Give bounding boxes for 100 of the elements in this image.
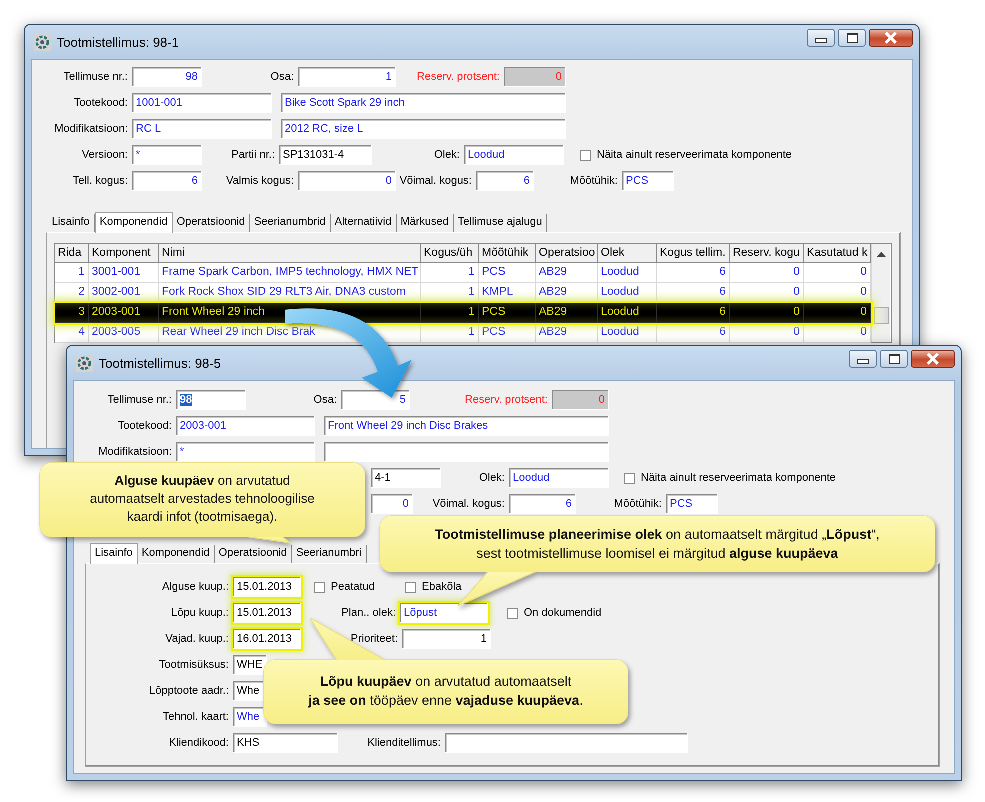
field-label: Modifikatsioon: — [98, 446, 173, 458]
checkbox[interactable]: Ebakõla — [405, 581, 462, 593]
input-field[interactable]: RC L — [132, 119, 272, 139]
field-label: Tellimuse nr.: — [62, 71, 129, 83]
field-label: Versioon: — [81, 149, 129, 161]
checkbox[interactable]: On dokumendid — [507, 607, 602, 619]
table-cell: PCS — [479, 303, 536, 323]
input-field[interactable]: 4-1 — [371, 468, 441, 488]
close-icon — [926, 353, 940, 365]
table-cell: 3 — [55, 303, 89, 323]
field-label: Tell. kogus: — [72, 175, 129, 187]
close-button[interactable] — [869, 29, 913, 47]
table-cell: Loodud — [598, 323, 657, 343]
input-field[interactable]: Whe — [233, 707, 267, 727]
field-label: Tehnol. kaart: — [162, 711, 230, 723]
field-label: Olek: — [478, 472, 506, 484]
callout-text: Lõpu kuupäev on arvutatud automaatselt ja see on tööpäev enne vajaduse kuupäeva. — [308, 673, 584, 710]
table-cell: 6 — [657, 303, 730, 323]
field-label: Vajad. kuup.: — [164, 633, 230, 645]
input-field[interactable]: Loodud — [509, 468, 609, 488]
tab[interactable]: Komponendid — [94, 212, 173, 233]
field-label: Mõõtühik: — [613, 498, 663, 510]
field-label: Lõpptoote aadr.: — [148, 685, 230, 697]
checkbox[interactable]: Näita ainult reserveerimata komponente — [624, 472, 836, 484]
scrollbar-thumb[interactable] — [874, 307, 888, 324]
table-cell: 2003-001 — [89, 303, 159, 323]
maximize-button[interactable] — [880, 350, 908, 368]
input-field[interactable]: 2012 RC, size L — [281, 119, 566, 139]
input-field[interactable]: 15.01.2013 — [233, 603, 301, 623]
close-icon — [884, 32, 898, 44]
input-field[interactable]: WHE — [233, 655, 267, 675]
input-field[interactable] — [324, 442, 609, 462]
field-label: Osa: — [312, 394, 338, 406]
minimize-button[interactable] — [849, 350, 877, 368]
field-label: Kliendikood: — [168, 737, 230, 749]
input-field[interactable]: 2003-001 — [176, 416, 315, 436]
input-field[interactable]: 16.01.2013 — [233, 629, 301, 649]
input-field[interactable]: 98 — [176, 390, 246, 410]
input-field[interactable]: 1001-001 — [132, 93, 272, 113]
callout-text: Alguse kuupäev on arvutatud automaatselt arvestades tehnoloogilise kaardi infot (tootmisaega). — [90, 472, 315, 526]
tab[interactable]: Märkused — [396, 214, 454, 232]
input-field[interactable]: 1 — [298, 67, 396, 87]
gear-icon — [76, 354, 93, 372]
table-cell: 4 — [55, 323, 89, 343]
input-field[interactable]: 98 — [132, 67, 202, 87]
input-field[interactable]: 6 — [509, 494, 576, 514]
input-field[interactable]: KHS — [233, 733, 338, 753]
input-field[interactable]: Lõpust — [400, 603, 488, 623]
input-field[interactable]: * — [176, 442, 315, 462]
input-field[interactable]: * — [132, 145, 202, 165]
field-label: Tootekood: — [117, 420, 173, 432]
field-label: Tootmisüksus: — [158, 659, 230, 671]
field-label: Mõõtühik: — [569, 175, 619, 187]
input-field[interactable]: PCS — [666, 494, 718, 514]
table-cell: 1 — [421, 303, 479, 323]
window-title: Tootmistellimus: 98-5 — [99, 356, 222, 370]
input-field[interactable]: 0 — [371, 494, 413, 514]
up-arrow-icon[interactable] — [876, 251, 886, 257]
table-cell: 1 — [421, 323, 479, 343]
input-field[interactable]: 15.01.2013 — [233, 577, 301, 597]
field-label: Plan.. olek: — [340, 607, 397, 619]
checkbox[interactable]: Näita ainult reserveerimata komponente — [580, 149, 792, 161]
input-field[interactable]: Front Wheel 29 inch Disc Brakes — [324, 416, 609, 436]
table-row[interactable]: 1 3001-001 Frame Spark Carbon, IMP5 technology, HMX NET 1 PCS AB29 Loodud 6 0 0 — [55, 263, 871, 283]
table-cell: AB29 — [536, 323, 598, 343]
input-field[interactable]: SP131031-4 — [279, 145, 372, 165]
minimize-button[interactable] — [807, 29, 835, 47]
input-field[interactable]: 1 — [402, 629, 491, 649]
input-field[interactable] — [445, 733, 688, 753]
table-cell: 0 — [804, 303, 871, 323]
field-label: Olek: — [433, 149, 461, 161]
input-field[interactable]: 6 — [132, 171, 202, 191]
field-label: Reserv. protsent: — [464, 394, 549, 406]
input-field[interactable]: Bike Scott Spark 29 inch — [281, 93, 566, 113]
table-cell: 0 — [730, 303, 804, 323]
close-button[interactable] — [911, 350, 955, 368]
table-cell: 0 — [730, 323, 804, 343]
field-label: Modifikatsioon: — [54, 123, 129, 135]
input-field[interactable]: 6 — [476, 171, 534, 191]
input-field[interactable]: 5 — [341, 390, 410, 410]
field-label: Alguse kuup.: — [161, 581, 230, 593]
field-label: Lõpu kuup.: — [170, 607, 230, 619]
field-label: Valmis kogus: — [225, 175, 295, 187]
table-cell: Loodud — [598, 303, 657, 323]
gear-icon — [34, 34, 51, 50]
input-field[interactable]: PCS — [622, 171, 674, 191]
checkbox[interactable]: Peatatud — [314, 581, 376, 593]
input-field[interactable]: 0 — [298, 171, 396, 191]
table-cell: 2003-005 — [89, 323, 159, 343]
field-label: Võimal. kogus: — [432, 498, 506, 510]
table-row[interactable]: 2 3002-001 Fork Rock Shox SID 29 RLT3 Air, DNA3 custom 1 KMPL AB29 Loodud 6 0 0 — [55, 283, 871, 303]
window-title: Tootmistellimus: 98-1 — [57, 34, 180, 50]
maximize-button[interactable] — [838, 29, 866, 47]
table-row[interactable]: 3 2003-001 Front Wheel 29 inch 1 PCS AB29 Loodud 6 0 0 — [55, 303, 871, 323]
input-field[interactable]: Loodud — [464, 145, 564, 165]
scrollbar[interactable] — [871, 244, 890, 342]
table-cell: 6 — [657, 323, 730, 343]
tab[interactable]: Lisainfo — [90, 543, 138, 564]
field-label: Tellimuse nr.: — [106, 394, 173, 406]
table-cell: AB29 — [536, 303, 598, 323]
